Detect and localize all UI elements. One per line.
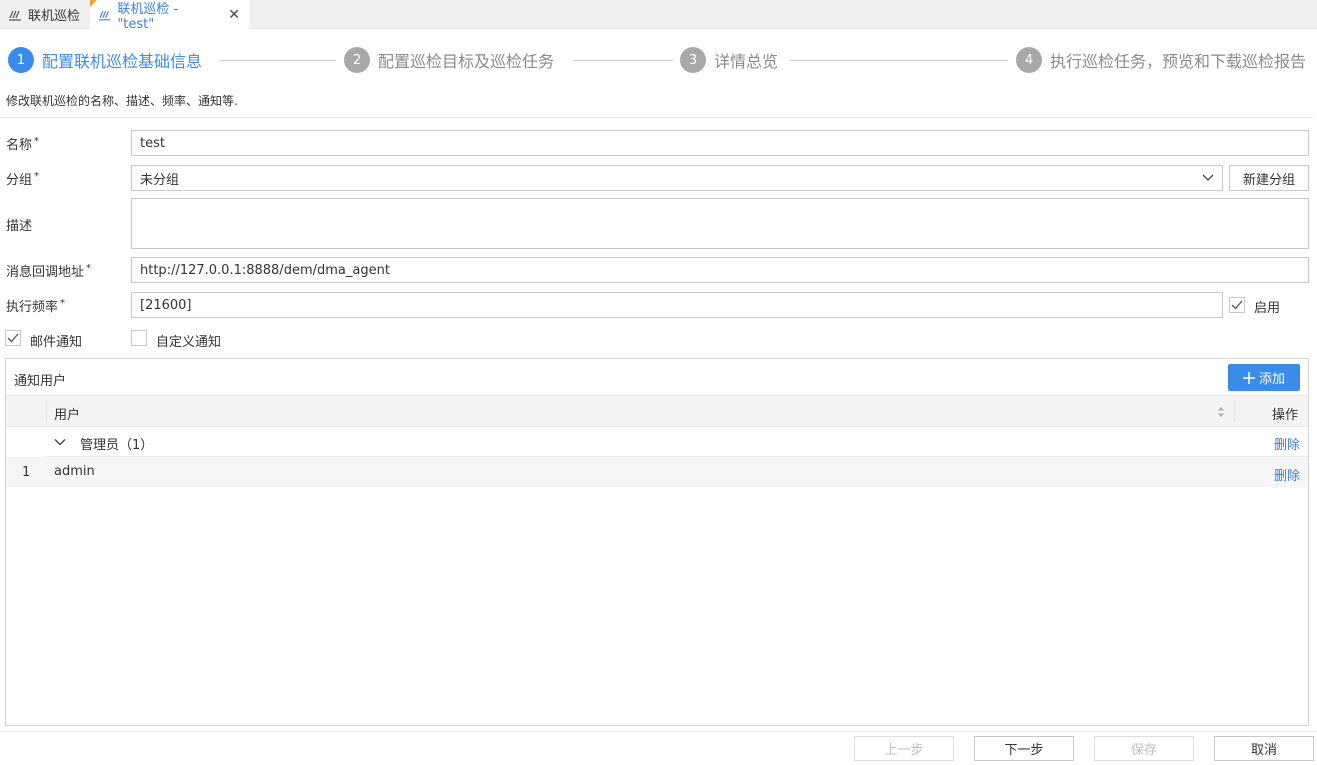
cancel-button[interactable]: 取消 xyxy=(1214,736,1314,761)
inspection-icon xyxy=(9,10,21,21)
check-icon xyxy=(7,333,19,343)
tab-inspection[interactable]: 联机巡检 xyxy=(0,0,90,29)
row-number: 1 xyxy=(22,465,31,480)
group-select[interactable]: 未分组 xyxy=(131,165,1223,191)
column-separator xyxy=(1234,400,1235,422)
step-4[interactable]: 4 执行巡检任务，预览和下载巡检报告 xyxy=(1016,47,1306,73)
callback-label: 消息回调地址 * xyxy=(6,262,92,280)
step-label: 配置巡检目标及巡检任务 xyxy=(378,52,555,71)
new-group-button[interactable]: 新建分组 xyxy=(1229,165,1309,191)
page-hint: 修改联机巡检的名称、描述、频率、通知等. xyxy=(6,94,238,108)
tab-label: 联机巡检 - "test" xyxy=(117,1,179,32)
plus-icon xyxy=(1242,371,1255,384)
inspection-icon xyxy=(98,10,111,20)
footer-divider xyxy=(0,731,1317,732)
step-label: 执行巡检任务，预览和下载巡检报告 xyxy=(1050,52,1307,71)
enable-checkbox[interactable] xyxy=(1229,297,1245,313)
add-user-label: 添加 xyxy=(1258,372,1285,387)
save-button[interactable]: 保存 xyxy=(1094,736,1194,761)
group-select-value: 未分组 xyxy=(140,172,180,188)
step-number: 2 xyxy=(344,47,370,73)
frequency-input[interactable]: [21600] xyxy=(131,292,1223,318)
step-3[interactable]: 3 详情总览 xyxy=(680,47,778,73)
description-label: 描述 xyxy=(6,219,33,234)
step-number: 3 xyxy=(680,47,706,73)
step-number: 4 xyxy=(1016,47,1042,73)
close-icon[interactable]: ✕ xyxy=(228,7,240,23)
chevron-down-icon[interactable] xyxy=(54,436,66,448)
tab-label: 联机巡检 xyxy=(28,9,81,24)
table-header: 用户 操作 xyxy=(6,395,1308,427)
name-label: 名称 * xyxy=(6,135,40,153)
tab-inspection-test[interactable]: 联机巡检 - "test" ✕ xyxy=(90,0,250,32)
next-step-button[interactable]: 下一步 xyxy=(974,736,1074,761)
enable-label: 启用 xyxy=(1254,301,1281,316)
check-icon xyxy=(1231,300,1243,310)
group-label: 分组 * xyxy=(6,170,40,188)
chevron-down-icon xyxy=(1202,174,1214,181)
description-textarea[interactable] xyxy=(131,198,1309,249)
step-connector xyxy=(220,60,336,61)
notify-users-panel: 通知用户 添加 用户 操作 管理员（1） 删除 1 admin 删除 xyxy=(5,358,1309,726)
name-input[interactable]: test xyxy=(131,130,1309,156)
column-separator xyxy=(46,400,47,422)
step-2[interactable]: 2 配置巡检目标及巡检任务 xyxy=(344,47,554,73)
panel-title: 通知用户 xyxy=(14,374,67,389)
step-1[interactable]: 1 配置联机巡检基础信息 xyxy=(8,47,202,73)
step-label: 详情总览 xyxy=(714,52,779,71)
frequency-label: 执行频率 * xyxy=(6,297,66,315)
tab-bar: 联机巡检 联机巡检 - "test" ✕ xyxy=(0,0,1317,32)
group-row-label: 管理员（1） xyxy=(80,438,154,453)
custom-notify-label: 自定义通知 xyxy=(156,335,222,350)
step-connector xyxy=(573,60,673,61)
divider xyxy=(0,117,1313,118)
step-number: 1 xyxy=(8,47,34,73)
delete-group-link[interactable]: 删除 xyxy=(1274,434,1300,453)
delete-user-link[interactable]: 删除 xyxy=(1274,465,1300,484)
prev-step-button[interactable]: 上一步 xyxy=(854,736,954,761)
add-user-button[interactable]: 添加 xyxy=(1228,364,1300,391)
row-user-name: admin xyxy=(54,464,95,479)
table-row[interactable]: 1 admin 删除 xyxy=(6,457,1308,487)
step-connector xyxy=(790,60,1008,61)
sort-icon[interactable] xyxy=(1216,405,1226,419)
custom-notify-checkbox[interactable] xyxy=(131,330,147,346)
email-notify-label: 邮件通知 xyxy=(30,335,83,350)
callback-url-input[interactable]: http://127.0.0.1:8888/dem/dma_agent xyxy=(131,257,1309,283)
column-header-user[interactable]: 用户 xyxy=(54,404,80,423)
step-label: 配置联机巡检基础信息 xyxy=(42,52,203,71)
column-header-actions: 操作 xyxy=(1271,408,1298,423)
wizard-steps: 1 配置联机巡检基础信息 2 配置巡检目标及巡检任务 3 详情总览 4 执行巡检… xyxy=(0,44,1317,76)
email-notify-checkbox[interactable] xyxy=(5,330,21,346)
group-row[interactable]: 管理员（1） 删除 xyxy=(46,427,1308,457)
